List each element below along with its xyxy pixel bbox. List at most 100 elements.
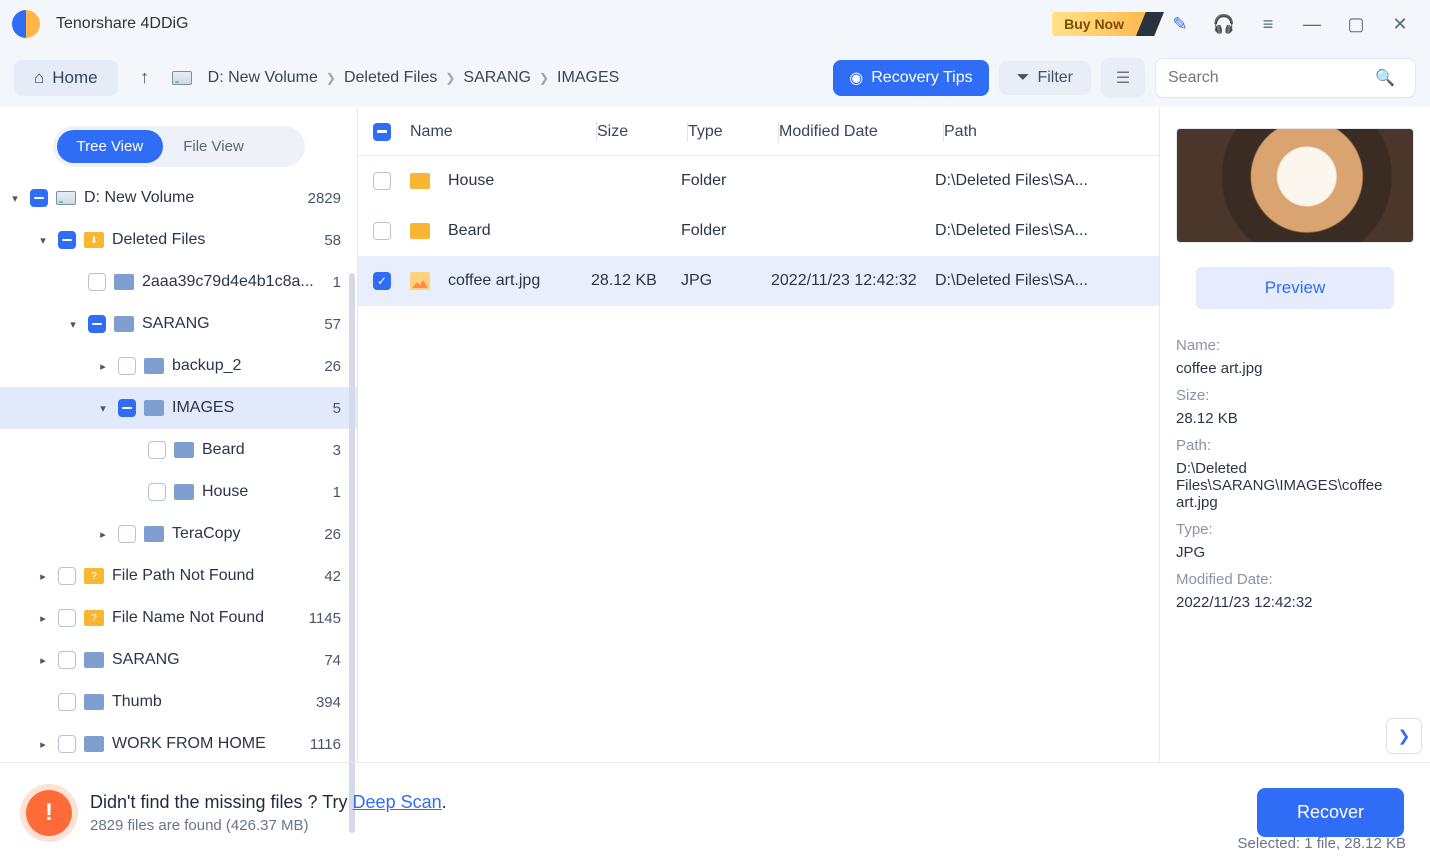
tree-item[interactable]: ▾SARANG57 — [0, 303, 357, 345]
tree-item[interactable]: ▾Deleted Files58 — [0, 219, 357, 261]
tree-item[interactable]: ▾IMAGES5 — [0, 387, 357, 429]
chevron-icon[interactable]: ▸ — [96, 528, 110, 541]
chevron-icon[interactable]: ▾ — [96, 402, 110, 415]
crumb[interactable]: Deleted Files — [344, 69, 437, 87]
chevron-icon[interactable]: ▸ — [36, 654, 50, 667]
menu-icon[interactable]: ≡ — [1250, 8, 1286, 40]
tree-item[interactable]: Thumb394 — [0, 681, 357, 723]
folder-icon — [84, 694, 104, 710]
search-box[interactable]: 🔍 — [1155, 58, 1416, 98]
tree-count: 1 — [333, 274, 341, 291]
checkbox[interactable] — [118, 525, 136, 543]
preview-button[interactable]: Preview — [1196, 267, 1394, 309]
checkbox[interactable] — [148, 483, 166, 501]
tab-tree-view[interactable]: Tree View — [57, 130, 164, 163]
tree-item[interactable]: House1 — [0, 471, 357, 513]
folder-icon — [56, 191, 76, 205]
scrollbar[interactable] — [349, 273, 355, 833]
chevron-icon[interactable]: ▸ — [36, 570, 50, 583]
file-row[interactable]: coffee art.jpg28.12 KBJPG2022/11/23 12:4… — [358, 256, 1159, 306]
file-icon — [410, 173, 430, 189]
chevron-icon[interactable]: ▸ — [36, 612, 50, 625]
chevron-icon[interactable]: ▾ — [8, 192, 22, 205]
search-input[interactable] — [1168, 69, 1375, 87]
tree-item[interactable]: Beard3 — [0, 429, 357, 471]
chevron-icon[interactable]: ▸ — [96, 360, 110, 373]
view-tabs[interactable]: Tree View File View — [53, 126, 305, 167]
file-name: Beard — [448, 222, 491, 240]
tree-item[interactable]: ▸File Path Not Found42 — [0, 555, 357, 597]
checkbox[interactable] — [88, 273, 106, 291]
checkbox[interactable] — [58, 567, 76, 585]
col-header-date[interactable]: Modified Date — [779, 123, 943, 141]
tree-label: SARANG — [142, 315, 210, 333]
file-checkbox[interactable] — [373, 272, 391, 290]
maximize-icon[interactable]: ▢ — [1338, 8, 1374, 40]
checkbox[interactable] — [30, 189, 48, 207]
folder-icon — [174, 442, 194, 458]
pv-type: JPG — [1176, 544, 1414, 561]
preview-next-button[interactable]: ❯ — [1386, 718, 1422, 754]
tree-item[interactable]: 2aaa39c79d4e4b1c8a...1 — [0, 261, 357, 303]
recover-button[interactable]: Recover — [1257, 788, 1404, 837]
pv-size: 28.12 KB — [1176, 410, 1414, 427]
checkbox[interactable] — [58, 693, 76, 711]
tree-count: 5 — [333, 400, 341, 417]
close-icon[interactable]: ✕ — [1382, 8, 1418, 40]
minimize-icon[interactable]: — — [1294, 8, 1330, 40]
drive-icon — [172, 71, 192, 85]
file-row[interactable]: HouseFolderD:\Deleted Files\SA... — [358, 156, 1159, 206]
checkbox[interactable] — [58, 231, 76, 249]
col-header-path[interactable]: Path — [944, 123, 1114, 141]
chevron-icon[interactable]: ▸ — [36, 738, 50, 751]
crumb[interactable]: D: New Volume — [208, 69, 318, 87]
deep-scan-link[interactable]: Deep Scan — [353, 792, 442, 812]
tree-item[interactable]: ▸backup_226 — [0, 345, 357, 387]
folder-icon — [174, 484, 194, 500]
file-size: 28.12 KB — [591, 272, 681, 290]
buy-now-button[interactable]: Buy Now — [1052, 12, 1154, 36]
search-icon[interactable]: 🔍 — [1375, 68, 1395, 88]
warning-icon: ! — [26, 790, 72, 836]
tree-count: 2829 — [308, 190, 341, 207]
tree-item[interactable]: ▸WORK FROM HOME1116 — [0, 723, 357, 762]
chevron-icon[interactable]: ▾ — [36, 234, 50, 247]
col-header-name[interactable]: Name — [406, 123, 596, 141]
col-header-type[interactable]: Type — [688, 123, 778, 141]
headset-icon[interactable]: 🎧 — [1206, 8, 1242, 40]
crumb[interactable]: IMAGES — [557, 69, 619, 87]
checkbox[interactable] — [148, 441, 166, 459]
checkbox[interactable] — [88, 315, 106, 333]
key-icon[interactable]: ✎ — [1162, 8, 1198, 40]
pv-path-label: Path: — [1176, 437, 1414, 454]
view-toggle-button[interactable]: ☰ — [1101, 58, 1145, 98]
checkbox[interactable] — [118, 357, 136, 375]
pv-name-label: Name: — [1176, 337, 1414, 354]
folder-icon — [84, 232, 104, 248]
file-checkbox[interactable] — [373, 172, 391, 190]
select-all-checkbox[interactable] — [373, 123, 391, 141]
filter-button[interactable]: ⏷ Filter — [999, 61, 1091, 95]
tree-label: SARANG — [112, 651, 180, 669]
checkbox[interactable] — [58, 609, 76, 627]
chevron-icon[interactable]: ▾ — [66, 318, 80, 331]
tree-label: backup_2 — [172, 357, 241, 375]
up-button[interactable]: ↑ — [132, 65, 158, 91]
tree-count: 394 — [316, 694, 341, 711]
tree-item[interactable]: ▸TeraCopy26 — [0, 513, 357, 555]
checkbox[interactable] — [118, 399, 136, 417]
crumb[interactable]: SARANG — [463, 69, 531, 87]
tree-item[interactable]: ▸ SARANG 74 — [0, 639, 357, 681]
file-checkbox[interactable] — [373, 222, 391, 240]
tree-count: 74 — [324, 652, 341, 669]
file-row[interactable]: BeardFolderD:\Deleted Files\SA... — [358, 206, 1159, 256]
checkbox[interactable] — [58, 651, 76, 669]
tree-item[interactable]: ▾D: New Volume2829 — [0, 177, 357, 219]
tree-item[interactable]: ▸File Name Not Found1145 — [0, 597, 357, 639]
col-header-size[interactable]: Size — [597, 123, 687, 141]
home-button[interactable]: ⌂ Home — [14, 60, 118, 96]
selection-info: Selected: 1 file, 28.12 KB — [1238, 835, 1406, 852]
recovery-tips-button[interactable]: ◉ Recovery Tips — [833, 60, 988, 96]
checkbox[interactable] — [58, 735, 76, 753]
tab-file-view[interactable]: File View — [163, 130, 264, 163]
